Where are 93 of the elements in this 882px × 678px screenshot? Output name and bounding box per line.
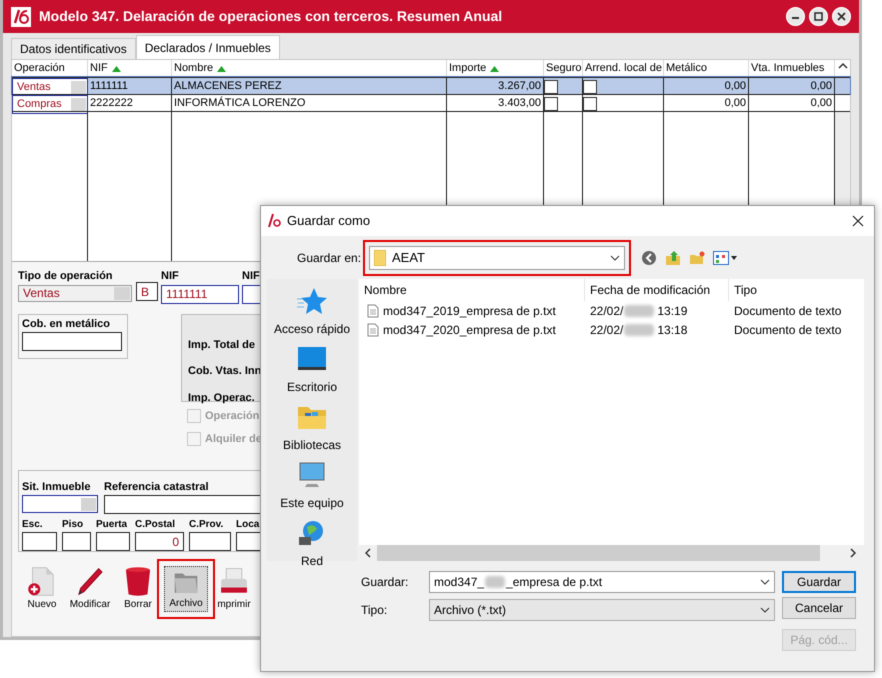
toolbar-button[interactable]: Borrar <box>116 566 160 612</box>
new-folder-icon[interactable] <box>689 250 705 266</box>
file-time: 13:18 <box>657 322 688 338</box>
address-field[interactable] <box>22 532 57 551</box>
field-label: Sit. Inmueble <box>22 480 92 494</box>
dialog-title: Guardar como <box>287 212 370 230</box>
place-button[interactable]: Acceso rápido <box>274 287 350 338</box>
folder-icon <box>374 250 386 266</box>
file-type-dropdown[interactable]: Archivo (*.txt) <box>429 599 775 621</box>
field-label: NIF <box>242 269 261 284</box>
place-button[interactable]: Escritorio <box>286 345 337 396</box>
file-type: Documento de texto <box>733 302 842 320</box>
blurred-text <box>624 324 654 336</box>
column-header[interactable]: Nombre <box>359 279 585 301</box>
field-label: C.Postal <box>135 518 176 532</box>
column-header[interactable]: Tipo <box>729 279 864 301</box>
dialog-button[interactable]: Guardar <box>782 571 856 593</box>
tab[interactable]: Datos identificativos <box>11 38 136 59</box>
minimize-button[interactable] <box>786 7 805 26</box>
address-field[interactable] <box>62 532 91 551</box>
file-date: 22/02/ <box>590 322 624 338</box>
field-label: C.Prov. <box>189 518 224 532</box>
column-header[interactable]: Fecha de modificación <box>585 279 729 301</box>
back-icon[interactable] <box>641 250 657 266</box>
close-icon[interactable] <box>852 215 864 227</box>
star-icon <box>296 287 327 315</box>
toolbar-button[interactable]: mprimir <box>212 566 256 612</box>
table-row[interactable]: Ventas 1111111 ALMACENES PEREZ 3.267,00 0,00 0,00 <box>12 77 850 94</box>
maximize-button[interactable] <box>809 7 828 26</box>
place-button[interactable]: Este equipo <box>280 461 344 512</box>
field-label: Cob. en metálico <box>22 316 112 332</box>
checkbox[interactable] <box>583 97 597 112</box>
chevron-down-icon <box>760 607 770 613</box>
table-cell: 0,00 <box>664 95 749 114</box>
file-type: Documento de texto <box>733 322 842 338</box>
save-in-label: Guardar en: <box>297 250 362 267</box>
nif-field[interactable]: 1111111 <box>161 284 239 304</box>
checkbox-label: Operación <box>205 408 260 424</box>
operation-type-dropdown[interactable]: Ventas <box>18 284 132 302</box>
tab[interactable]: Declarados / Inmuebles <box>136 35 280 59</box>
field-label: NIF <box>161 269 180 284</box>
table-row[interactable]: Compras 2222222 INFORMÁTICA LORENZO 3.403,00 0,00 0,00 <box>12 94 850 111</box>
toolbar-button[interactable]: Nuevo <box>20 566 64 612</box>
app-logo-icon <box>11 6 31 26</box>
address-field[interactable] <box>189 532 231 551</box>
blurred-text <box>624 304 654 316</box>
folder-dropdown[interactable]: AEAT <box>369 246 625 270</box>
text-file-icon <box>367 304 379 318</box>
field-label: Piso <box>62 518 84 532</box>
place-button[interactable]: Red <box>297 519 327 570</box>
type-label: Tipo: <box>361 602 388 619</box>
address-field[interactable]: 0 <box>135 532 184 551</box>
close-icon <box>837 12 846 21</box>
chevron-down-icon <box>760 579 770 585</box>
app-logo-icon <box>267 213 281 229</box>
chevron-down-icon <box>610 255 620 261</box>
field-label: Esc. <box>22 518 44 532</box>
dialog-button[interactable]: Cancelar <box>782 597 856 619</box>
summary-label: Imp. Total de <box>188 338 256 352</box>
view-menu-icon[interactable] <box>713 251 737 265</box>
file-date: 22/02/ <box>590 302 624 320</box>
property-status-dropdown[interactable] <box>22 495 98 513</box>
computer-icon <box>296 461 327 489</box>
checkbox[interactable] <box>583 80 597 94</box>
text-file-icon <box>367 322 379 336</box>
window-title: Modelo 347. Delaración de operaciones con terceros. Resumen Anual <box>39 7 502 26</box>
maximize-icon <box>814 12 823 21</box>
checkbox[interactable] <box>544 97 558 112</box>
cash-field[interactable] <box>22 332 122 351</box>
operation-dropdown[interactable]: Compras <box>12 95 88 114</box>
place-button[interactable]: Bibliotecas <box>282 403 342 454</box>
field-label: Puerta <box>96 518 128 532</box>
filename-field[interactable]: mod347_ _empresa de p.txt <box>429 571 775 593</box>
file-time: 13:19 <box>657 302 688 320</box>
key-field[interactable]: B <box>136 282 158 301</box>
blurred-text <box>485 576 506 588</box>
monitor-icon <box>296 345 327 373</box>
toolbar-button[interactable]: Modificar <box>68 566 112 612</box>
table-cell: INFORMÁTICA LORENZO <box>172 95 447 114</box>
file-name[interactable]: mod347_2020_empresa de p.txt <box>383 320 556 338</box>
address-field[interactable] <box>96 532 130 551</box>
filename-label: Guardar: <box>361 574 410 591</box>
checkbox[interactable] <box>544 80 558 94</box>
field-label: Tipo de operación <box>18 269 114 284</box>
file-name[interactable]: mod347_2019_empresa de p.txt <box>383 302 556 320</box>
close-button[interactable] <box>832 7 851 26</box>
table-cell: 2222222 <box>88 95 172 114</box>
scroll-right-icon[interactable] <box>850 548 856 558</box>
scroll-left-icon[interactable] <box>365 548 371 558</box>
field-label: Referencia catastral <box>104 480 210 494</box>
summary-label: Imp. Operac. <box>188 390 256 406</box>
field-label: Loca <box>236 518 260 532</box>
up-folder-icon[interactable] <box>665 250 681 266</box>
